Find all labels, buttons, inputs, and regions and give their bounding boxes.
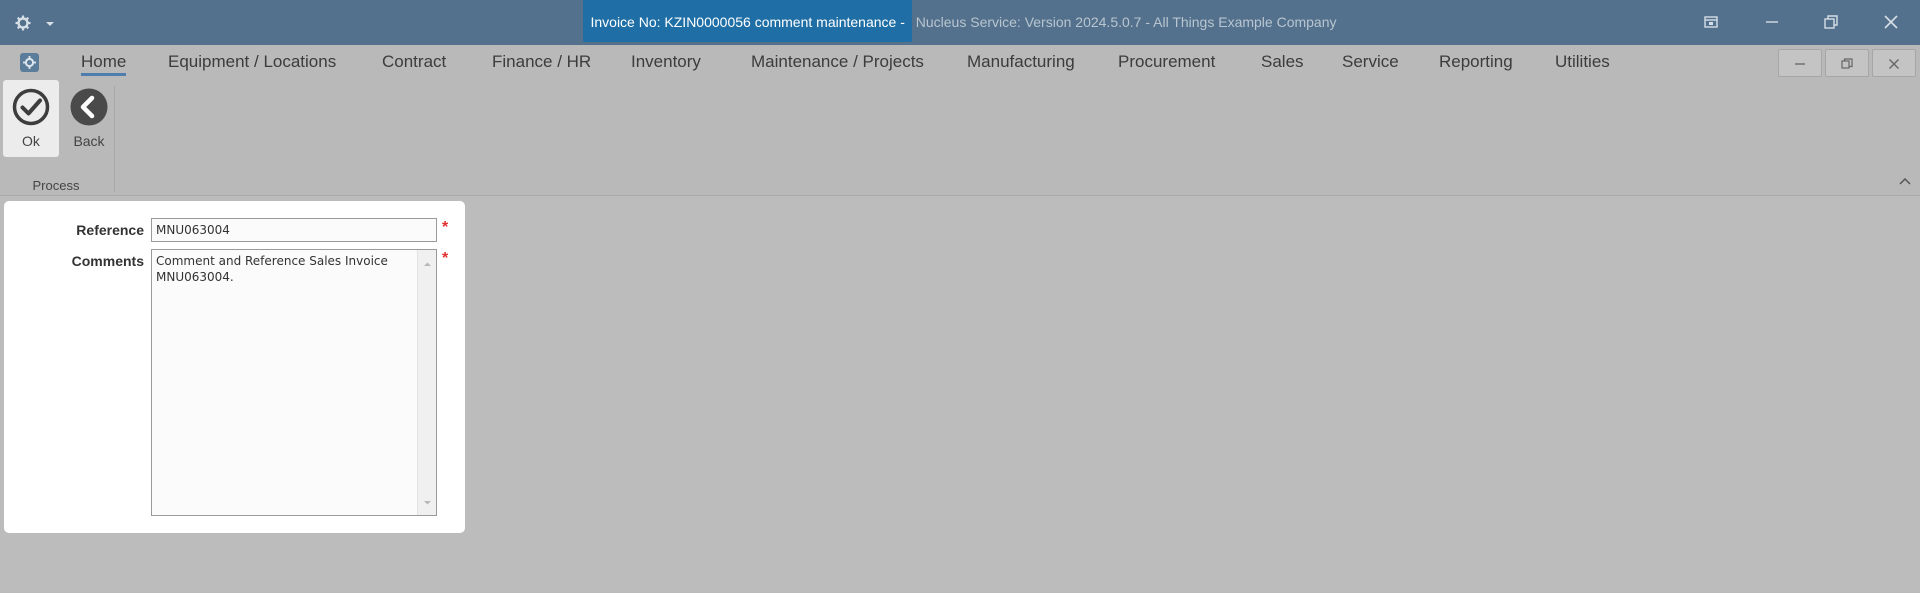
menu-finance-hr[interactable]: Finance / HR [492,52,591,76]
ribbon-group-label: Process [32,178,80,193]
comment-form-panel: Reference MNU063004 * Comments Comment a… [4,201,465,533]
menu-equipment-locations[interactable]: Equipment / Locations [168,52,336,76]
app-gear-icon[interactable] [20,53,39,72]
menu-bar: Home Equipment / Locations Contract Fina… [0,45,1920,80]
menu-sales[interactable]: Sales [1261,52,1304,76]
ribbon: Ok Back Process [0,80,1920,196]
mdi-close-button[interactable] [1872,49,1916,77]
window-title: Invoice No: KZIN0000056 comment maintena… [0,0,1920,45]
layout-icon[interactable] [1696,8,1726,36]
window-title-highlight: Invoice No: KZIN0000056 comment maintena… [583,0,912,42]
minimize-icon[interactable] [1757,8,1787,36]
menu-maintenance-projects[interactable]: Maintenance / Projects [751,52,924,76]
comments-scrollbar[interactable] [417,250,436,515]
menu-procurement[interactable]: Procurement [1118,52,1215,76]
reference-input[interactable]: MNU063004 [151,218,437,242]
back-label: Back [73,133,105,149]
collapse-ribbon-icon[interactable] [1898,174,1912,186]
menu-contract[interactable]: Contract [382,52,446,76]
menu-reporting[interactable]: Reporting [1439,52,1513,76]
ok-label: Ok [22,133,40,149]
scroll-up-icon[interactable] [423,256,432,270]
ribbon-group-divider [114,86,115,192]
back-button[interactable]: Back [61,80,117,157]
mdi-minimize-button[interactable] [1778,49,1822,77]
window-title-rest: Nucleus Service: Version 2024.5.0.7 - Al… [911,14,1337,30]
ok-button[interactable]: Ok [3,80,59,157]
back-arrow-icon [70,88,108,126]
menu-home[interactable]: Home [81,52,127,76]
menu-utilities[interactable]: Utilities [1555,52,1610,76]
comments-textarea[interactable]: Comment and Reference Sales Invoice MNU0… [151,249,437,516]
restore-icon[interactable] [1816,8,1846,36]
mdi-restore-button[interactable] [1825,49,1869,77]
reference-label: Reference [76,222,144,238]
menu-manufacturing[interactable]: Manufacturing [967,52,1075,76]
close-icon[interactable] [1876,8,1906,36]
menu-service[interactable]: Service [1342,52,1399,76]
scroll-down-icon[interactable] [423,495,432,509]
checkmark-icon [12,88,50,126]
reference-required-mark: * [442,219,449,236]
comments-required-mark: * [442,250,449,267]
title-bar: Invoice No: KZIN0000056 comment maintena… [0,0,1920,45]
comments-label: Comments [71,253,144,269]
comments-text: Comment and Reference Sales Invoice MNU0… [156,254,388,284]
menu-inventory[interactable]: Inventory [631,52,701,76]
